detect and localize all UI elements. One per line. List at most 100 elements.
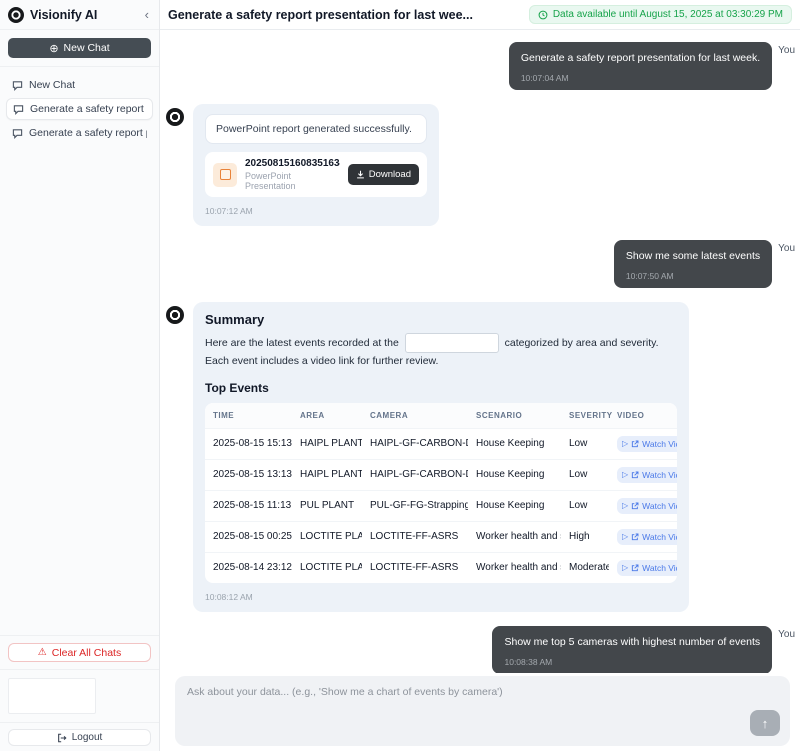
sender-label: You [778,243,795,254]
message-timestamp: 10:07:12 AM [205,206,427,216]
cell-camera: HAIPL-GF-CARBON-DUMP [362,428,468,459]
cell-time: 2025-08-15 15:13:22 [205,428,292,459]
events-table: TIME AREA CAMERA SCENARIO SEVERITY VIDEO… [205,403,677,583]
cell-area: LOCTITE PLANT [292,521,362,552]
external-link-icon [631,440,639,448]
chat-item-label: Generate a safety report presentation fo [29,127,147,139]
assistant-avatar [166,306,184,324]
user-message-row: Generate a safety report presentation fo… [166,42,795,90]
sender-label: You [778,45,795,56]
sender-label: You [778,629,795,640]
collapse-sidebar-icon[interactable]: ‹ [143,7,151,22]
new-chat-button[interactable]: ⊕ New Chat [8,38,151,58]
cell-scenario: Worker health and safety [468,552,561,583]
assistant-message-bubble: PowerPoint report generated successfully… [193,104,439,226]
sidebar: Visionify AI ‹ ⊕ New Chat New Chat Gener… [0,0,160,751]
data-availability-badge: Data available until August 15, 2025 at … [529,5,792,24]
sidebar-divider [0,669,159,670]
sidebar-divider [0,722,159,723]
cell-time: 2025-08-15 13:13:31 [205,459,292,490]
play-icon: ▷ [622,501,628,510]
cell-severity: Low [561,428,609,459]
cell-severity: Moderate [561,552,609,583]
watch-video-button[interactable]: ▷Watch Video [617,436,677,452]
external-link-icon [631,533,639,541]
summary-text: Here are the latest events recorded at t… [205,337,399,349]
brand-title: Visionify AI [30,8,137,22]
sidebar-footer-box [8,678,96,714]
table-row: 2025-08-15 13:13:31 HAIPL PLANT HAIPL-GF… [205,459,677,490]
cell-time: 2025-08-15 00:25:56 [205,521,292,552]
user-message-bubble: Show me top 5 cameras with highest numbe… [492,626,772,673]
logout-icon [57,733,67,743]
chat-item-label: New Chat [29,79,75,91]
column-header-scenario: SCENARIO [468,403,561,429]
sidebar-footer: ⚠ Clear All Chats Logout [0,635,159,751]
column-header-camera: CAMERA [362,403,468,429]
watch-video-button[interactable]: ▷ Watch Video [617,467,677,483]
external-link-icon [631,502,639,510]
cell-area: HAIPL PLANT [292,428,362,459]
chat-input[interactable] [187,686,734,720]
chat-history-item[interactable]: Generate a safety report presentation fo [6,123,153,143]
summary-heading: Summary [205,312,677,327]
watch-video-label: Watch Video [642,532,677,542]
table-header-row: TIME AREA CAMERA SCENARIO SEVERITY VIDEO [205,403,677,429]
chat-bubble-icon [13,104,24,115]
play-icon: ▷ [622,470,628,479]
cell-camera: PUL-GF-FG-Strapping [362,490,468,521]
user-message-row: Show me some latest events 10:07:50 AM Y… [166,240,795,288]
status-message: PowerPoint report generated successfully… [205,114,427,144]
chat-item-label: Generate a safety report presentation fo [30,103,146,115]
data-availability-text: Data available until August 15, 2025 at … [553,9,783,20]
watch-video-label: Watch Video [642,501,677,511]
message-list[interactable]: Generate a safety report presentation fo… [160,30,800,673]
message-timestamp: 10:08:38 AM [504,657,760,667]
message-timestamp: 10:07:50 AM [626,271,760,281]
watch-video-label: Watch Video [642,563,677,573]
watch-video-label: Watch Video [642,470,677,480]
up-arrow-icon: ↑ [762,716,769,731]
watch-video-button[interactable]: ▷ Watch Video [617,560,677,576]
logout-button[interactable]: Logout [8,729,151,746]
play-icon: ▷ [622,563,628,572]
user-message-text: Show me some latest events [626,250,760,262]
conversation-header: Generate a safety report presentation fo… [160,0,800,30]
plus-circle-icon: ⊕ [49,42,58,55]
user-message-text: Show me top 5 cameras with highest numbe… [504,636,760,648]
table-row: 2025-08-15 11:13:24 PUL PLANT PUL-GF-FG-… [205,490,677,521]
chat-history-item[interactable]: New Chat [6,75,153,95]
sidebar-divider [0,635,159,636]
cell-severity: Low [561,490,609,521]
cell-camera: LOCTITE-FF-ASRS [362,552,468,583]
user-message-text: Generate a safety report presentation fo… [521,52,760,64]
watch-video-button[interactable]: ▷ Watch Video [617,498,677,514]
chat-history-item-selected[interactable]: Generate a safety report presentation fo [6,98,153,120]
column-header-severity: SEVERITY [561,403,609,429]
watch-video-label: Watch Video [642,439,677,449]
download-button[interactable]: Download [348,164,419,185]
user-message-bubble: Show me some latest events 10:07:50 AM [614,240,772,288]
cell-area: PUL PLANT [292,490,362,521]
file-name: 202508151608351634146644.pptx [245,158,340,169]
watch-video-button[interactable]: ▷ Watch Video [617,529,677,545]
table-row: 2025-08-15 15:13:22 HAIPL PLANT HAIPL-GF… [205,428,677,459]
cell-time: 2025-08-14 23:12:09 [205,552,292,583]
column-header-time: TIME [205,403,292,429]
assistant-message-row: PowerPoint report generated successfully… [166,104,795,226]
cell-scenario: Worker health and safety [468,521,561,552]
user-message-row: Show me top 5 cameras with highest numbe… [166,626,795,673]
clear-all-chats-label: Clear All Chats [52,647,121,659]
clear-all-chats-button[interactable]: ⚠ Clear All Chats [8,643,151,662]
main-panel: Generate a safety report presentation fo… [160,0,800,751]
play-icon: ▷ [622,532,628,541]
cell-area: LOCTITE PLANT [292,552,362,583]
cell-scenario: House Keeping [468,459,561,490]
assistant-avatar [166,108,184,126]
send-button[interactable]: ↑ [750,710,780,736]
table-row: 2025-08-14 23:12:09 LOCTITE PLANT LOCTIT… [205,552,677,583]
conversation-title: Generate a safety report presentation fo… [168,8,473,22]
message-composer: ↑ [175,676,790,746]
cell-area: HAIPL PLANT [292,459,362,490]
table-row: 2025-08-15 00:25:56 LOCTITE PLANT LOCTIT… [205,521,677,552]
